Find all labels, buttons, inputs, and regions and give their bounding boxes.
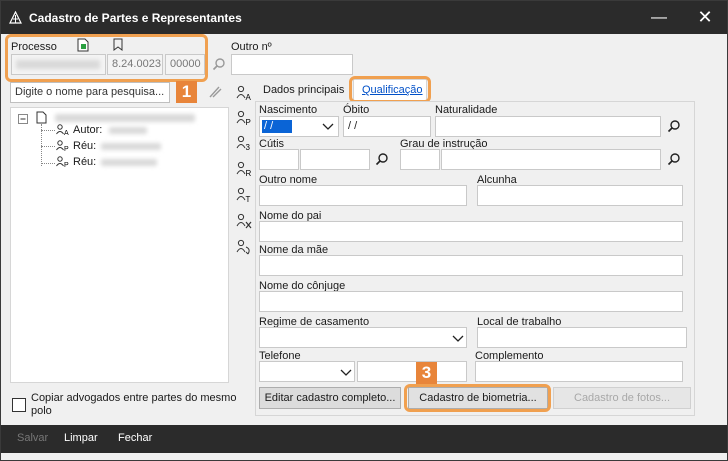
editar-cadastro-button[interactable]: Editar cadastro completo... (259, 387, 401, 409)
nome-mae-field[interactable] (259, 255, 683, 276)
copiar-advogados-checkbox[interactable] (12, 398, 26, 412)
outro-numero-label: Outro nº (231, 41, 272, 53)
party-tree-panel: A Autor: P Réu: P Réu: (10, 107, 229, 383)
highlight-box-1 (5, 34, 208, 82)
swap-party-icon[interactable] (236, 239, 252, 255)
svg-text:A: A (64, 130, 69, 136)
naturalidade-field[interactable] (435, 116, 661, 137)
add-autor-icon[interactable]: A (236, 85, 252, 101)
person-reu-icon: P (56, 156, 69, 168)
svg-text:A: A (246, 93, 252, 101)
search-icon[interactable] (375, 152, 389, 166)
cadastro-fotos-button[interactable]: Cadastro de fotos... (553, 387, 691, 409)
person-autor-icon: A (56, 124, 69, 136)
svg-text:P: P (246, 118, 251, 126)
nome-pai-field[interactable] (259, 221, 683, 242)
svg-text:3: 3 (246, 143, 251, 151)
nascimento-value[interactable]: / / (262, 120, 292, 133)
cutis-code-field[interactable] (259, 149, 299, 170)
copiar-advogados-label: Copiar advogados entre partes do mesmo p… (31, 392, 237, 417)
outro-nome-field[interactable] (259, 185, 467, 206)
tree-item-label[interactable]: Réu: (73, 140, 96, 152)
tree-item-label[interactable]: Réu: (73, 156, 96, 168)
telefone-type-select[interactable] (259, 361, 355, 382)
svg-text:P: P (64, 146, 69, 152)
party-search-input[interactable]: Digite o nome para pesquisa... (10, 82, 170, 103)
search-icon[interactable] (212, 57, 226, 71)
svg-text:P: P (64, 162, 69, 168)
tree-item-label[interactable]: Autor: (73, 124, 102, 136)
person-reu-icon: P (56, 140, 69, 152)
tab-dados-principais[interactable]: Dados principais (263, 84, 344, 96)
process-document-icon (36, 111, 47, 124)
grau-code-field[interactable] (400, 149, 440, 170)
add-representante-icon[interactable]: R (236, 161, 252, 177)
salvar-button[interactable]: Salvar (17, 432, 48, 444)
cutis-description-field[interactable] (300, 149, 370, 170)
window-title: Cadastro de Partes e Representantes (29, 11, 242, 25)
obito-label: Óbito (343, 104, 370, 116)
local-trabalho-field[interactable] (477, 327, 687, 348)
highlight-box-3 (404, 384, 551, 412)
naturalidade-label: Naturalidade (435, 104, 498, 116)
complemento-field[interactable] (475, 361, 683, 382)
title-bar: Cadastro de Partes e Representantes — ✕ (1, 1, 727, 34)
search-icon[interactable] (667, 152, 681, 166)
chevron-down-icon[interactable] (322, 121, 334, 131)
add-terceiro-icon[interactable]: 3 (236, 135, 252, 151)
telefone-number-field[interactable] (357, 361, 467, 382)
callout-badge-3: 3 (416, 362, 437, 384)
svg-text:R: R (246, 169, 252, 177)
remove-party-icon[interactable] (236, 213, 252, 229)
chevron-down-icon[interactable] (340, 367, 352, 377)
clear-search-icon[interactable] (207, 85, 223, 99)
app-logo-icon (9, 11, 22, 24)
bottom-action-bar: Salvar Limpar Fechar (1, 425, 727, 453)
add-reu-icon[interactable]: P (236, 110, 252, 126)
collapse-node-icon[interactable] (18, 114, 28, 124)
close-window-button[interactable]: ✕ (683, 1, 727, 34)
search-icon[interactable] (667, 119, 681, 133)
svg-text:T: T (246, 195, 251, 203)
minimize-button[interactable]: — (637, 1, 681, 34)
add-testemunha-icon[interactable]: T (236, 187, 252, 203)
fechar-button[interactable]: Fechar (118, 432, 152, 444)
nome-conjuge-field[interactable] (259, 291, 683, 312)
chevron-down-icon[interactable] (452, 333, 464, 343)
dialog-window: Cadastro de Partes e Representantes — ✕ … (0, 0, 728, 461)
nascimento-label: Nascimento (259, 104, 318, 116)
outro-numero-field[interactable] (231, 54, 353, 75)
alcunha-field[interactable] (477, 185, 683, 206)
obito-field[interactable]: / / (343, 116, 431, 137)
grau-description-field[interactable] (441, 149, 661, 170)
regime-casamento-select[interactable] (259, 327, 467, 348)
callout-badge-1: 1 (176, 81, 197, 103)
nascimento-field[interactable]: / / (259, 116, 339, 137)
limpar-button[interactable]: Limpar (64, 432, 98, 444)
highlight-box-2 (349, 76, 431, 103)
